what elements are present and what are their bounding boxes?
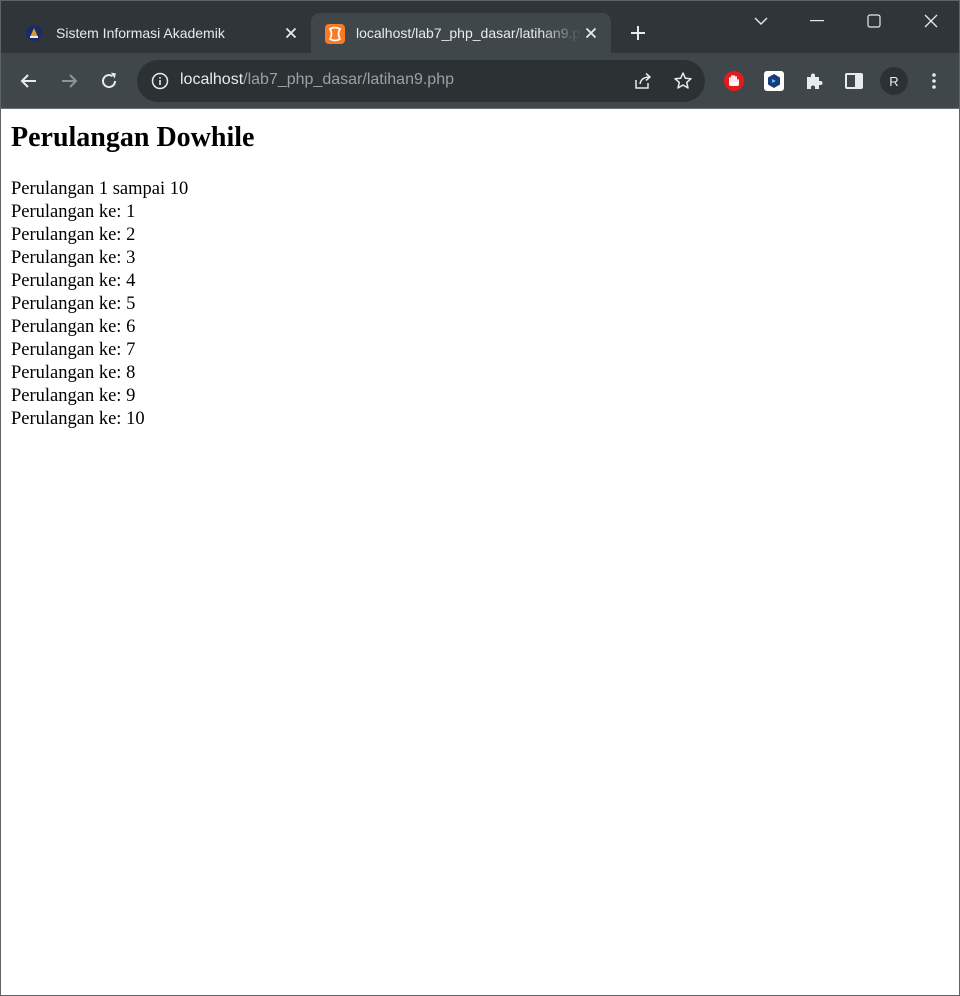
loop-line: Perulangan ke: 5 — [11, 294, 136, 314]
loop-line: Perulangan ke: 10 — [11, 409, 145, 429]
site-info-icon[interactable] — [151, 72, 169, 90]
browser-window: Sistem Informasi Akademik localhost/lab7… — [0, 0, 960, 996]
tab-strip: Sistem Informasi Akademik localhost/lab7… — [1, 1, 959, 53]
url-host: localhost — [180, 71, 244, 88]
tab-title: localhost/lab7_php_dasar/latihan9.php — [356, 25, 581, 41]
new-tab-icon[interactable] — [626, 21, 650, 45]
tab-search-chevron-icon[interactable] — [733, 1, 789, 41]
loop-line: Perulangan ke: 9 — [11, 386, 136, 406]
extensions-puzzle-icon[interactable] — [798, 65, 830, 97]
reload-icon[interactable] — [93, 65, 125, 97]
profile-avatar[interactable]: R — [880, 67, 908, 95]
loop-line: Perulangan ke: 4 — [11, 271, 136, 291]
loop-line: Perulangan ke: 7 — [11, 340, 136, 360]
intro-text: Perulangan 1 sampai 10 — [11, 179, 189, 199]
address-bar[interactable]: localhost/lab7_php_dasar/latihan9.php — [137, 60, 705, 102]
xampp-icon — [325, 24, 345, 44]
share-icon[interactable] — [632, 70, 654, 92]
back-arrow-icon[interactable] — [13, 65, 45, 97]
page-heading: Perulangan Dowhile — [11, 122, 255, 153]
minimize-icon[interactable] — [789, 1, 845, 41]
forward-arrow-icon[interactable] — [53, 65, 85, 97]
tab-title: Sistem Informasi Akademik — [56, 25, 225, 41]
loop-line: Perulangan ke: 3 — [11, 248, 136, 268]
loop-output-list: Perulangan ke: 1 Perulangan ke: 2 Perulang… — [11, 201, 949, 431]
extension-cube-icon[interactable] — [758, 65, 790, 97]
menu-kebab-icon[interactable] — [918, 65, 950, 97]
bookmark-star-icon[interactable] — [672, 70, 694, 92]
close-window-icon[interactable] — [903, 1, 959, 41]
loop-line: Perulangan ke: 6 — [11, 317, 136, 337]
close-tab-icon[interactable] — [581, 23, 601, 43]
toolbar: localhost/lab7_php_dasar/latihan9.php — [1, 53, 959, 109]
university-logo-icon — [25, 24, 43, 42]
url-path: /lab7_php_dasar/latihan9.php — [243, 71, 454, 88]
loop-line: Perulangan ke: 1 — [11, 202, 136, 222]
adblock-extension-icon[interactable] — [718, 65, 750, 97]
loop-line: Perulangan ke: 8 — [11, 363, 136, 383]
tab-latihan9[interactable]: localhost/lab7_php_dasar/latihan9.php — [311, 13, 611, 53]
page-content: Perulangan Dowhile Perulangan 1 sampai 1… — [1, 109, 959, 995]
tab-sistem-informasi-akademik[interactable]: Sistem Informasi Akademik — [1, 13, 311, 53]
loop-line: Perulangan ke: 2 — [11, 225, 136, 245]
side-panel-icon[interactable] — [838, 65, 870, 97]
url-text: localhost/lab7_php_dasar/latihan9.php — [180, 71, 454, 89]
close-tab-icon[interactable] — [281, 23, 301, 43]
maximize-icon[interactable] — [846, 1, 902, 41]
